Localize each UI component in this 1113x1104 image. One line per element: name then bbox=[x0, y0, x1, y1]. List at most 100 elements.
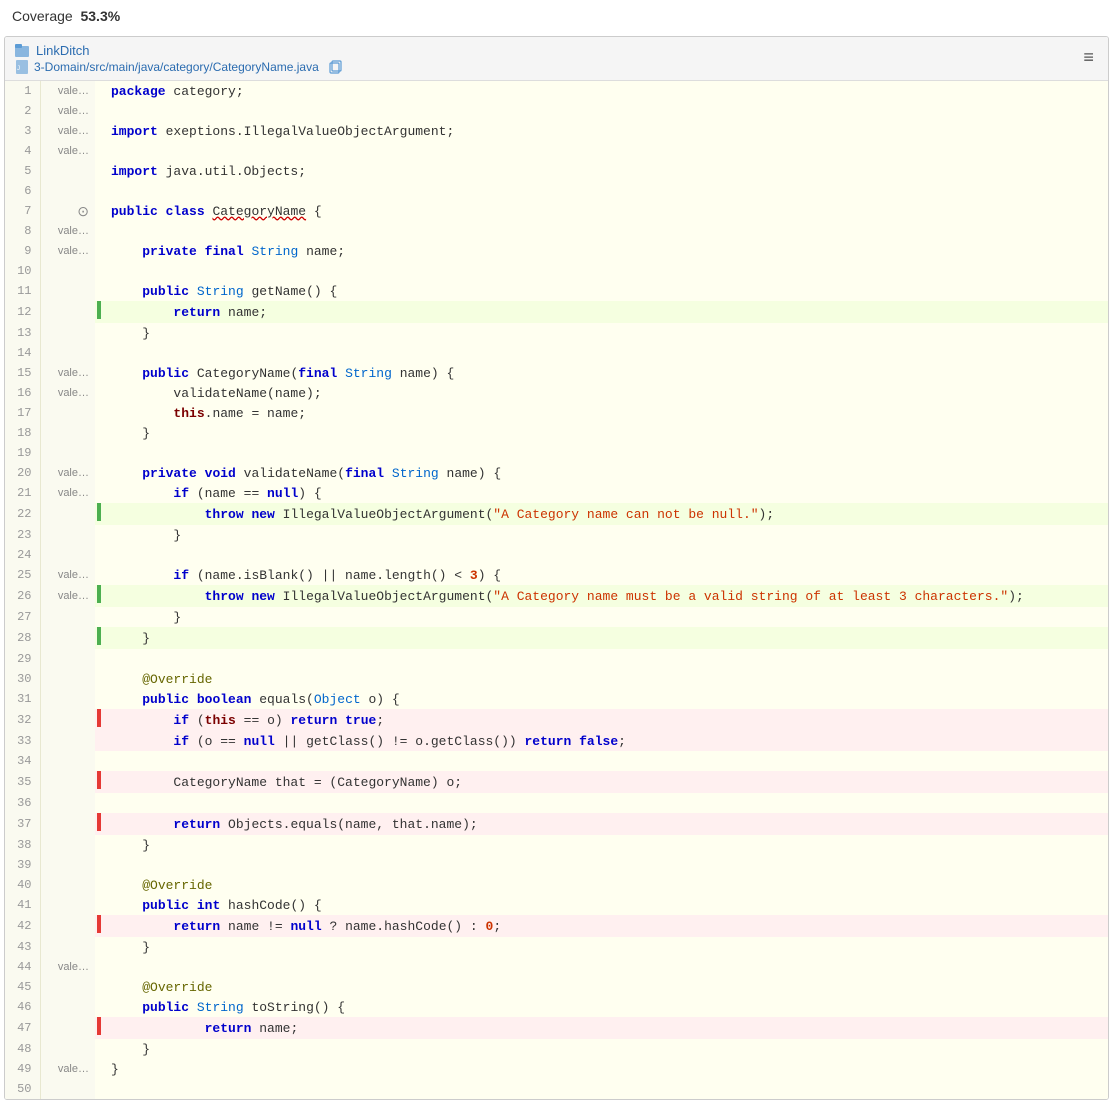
coverage-gutter bbox=[95, 977, 103, 997]
table-row: 32 if (this == o) return true; bbox=[5, 709, 1108, 731]
bug-icon[interactable]: ⊙ bbox=[77, 203, 89, 219]
hit-count bbox=[40, 281, 95, 301]
coverage-gutter bbox=[95, 997, 103, 1017]
coverage-gutter bbox=[95, 343, 103, 363]
table-row: 14 bbox=[5, 343, 1108, 363]
hit-count: vale… bbox=[40, 81, 95, 101]
coverage-gutter bbox=[95, 957, 103, 977]
copy-icon[interactable] bbox=[328, 60, 342, 74]
hit-count bbox=[40, 751, 95, 771]
line-number: 7 bbox=[5, 201, 40, 221]
coverage-gutter bbox=[95, 443, 103, 463]
svg-text:J: J bbox=[17, 66, 20, 72]
coverage-gutter bbox=[95, 281, 103, 301]
file-header-left: LinkDitch J 3-Domain/src/main/java/categ… bbox=[15, 43, 342, 74]
line-number: 6 bbox=[5, 181, 40, 201]
line-number: 48 bbox=[5, 1039, 40, 1059]
missed-bar bbox=[97, 813, 101, 831]
line-number: 2 bbox=[5, 101, 40, 121]
code-line bbox=[103, 343, 1108, 363]
code-line: import exeptions.IllegalValueObjectArgum… bbox=[103, 121, 1108, 141]
table-row: 12 return name; bbox=[5, 301, 1108, 323]
line-number: 14 bbox=[5, 343, 40, 363]
table-row: 42 return name != null ? name.hashCode()… bbox=[5, 915, 1108, 937]
code-line bbox=[103, 141, 1108, 161]
hit-count bbox=[40, 895, 95, 915]
coverage-label: Coverage 53.3% bbox=[0, 0, 132, 32]
table-row: 11 public String getName() { bbox=[5, 281, 1108, 301]
hit-count bbox=[40, 1079, 95, 1099]
table-row: 46 public String toString() { bbox=[5, 997, 1108, 1017]
line-number: 3 bbox=[5, 121, 40, 141]
coverage-gutter bbox=[95, 383, 103, 403]
table-row: 2vale… bbox=[5, 101, 1108, 121]
coverage-gutter bbox=[95, 423, 103, 443]
coverage-gutter bbox=[95, 751, 103, 771]
hit-count bbox=[40, 855, 95, 875]
file-container: LinkDitch J 3-Domain/src/main/java/categ… bbox=[4, 36, 1109, 1100]
coverage-header: Coverage 53.3% bbox=[0, 0, 1113, 32]
hit-count bbox=[40, 627, 95, 649]
table-row: 33 if (o == null || getClass() != o.getC… bbox=[5, 731, 1108, 751]
line-number: 34 bbox=[5, 751, 40, 771]
table-row: 47 return name; bbox=[5, 1017, 1108, 1039]
coverage-gutter bbox=[95, 565, 103, 585]
table-row: 28 } bbox=[5, 627, 1108, 649]
hit-count bbox=[40, 649, 95, 669]
coverage-gutter bbox=[95, 545, 103, 565]
code-line: public class CategoryName { bbox=[103, 201, 1108, 221]
code-line bbox=[103, 649, 1108, 669]
code-line: return name; bbox=[103, 301, 1108, 323]
coverage-gutter bbox=[95, 323, 103, 343]
table-row: 8vale… bbox=[5, 221, 1108, 241]
hamburger-icon: ≡ bbox=[1083, 49, 1094, 69]
code-line: private void validateName(final String n… bbox=[103, 463, 1108, 483]
coverage-gutter bbox=[95, 607, 103, 627]
hit-count bbox=[40, 323, 95, 343]
line-number: 26 bbox=[5, 585, 40, 607]
hit-count bbox=[40, 977, 95, 997]
line-number: 8 bbox=[5, 221, 40, 241]
table-row: 38 } bbox=[5, 835, 1108, 855]
line-number: 40 bbox=[5, 875, 40, 895]
line-number: 27 bbox=[5, 607, 40, 627]
line-number: 4 bbox=[5, 141, 40, 161]
line-number: 10 bbox=[5, 261, 40, 281]
hit-count: vale… bbox=[40, 483, 95, 503]
missed-bar bbox=[97, 1017, 101, 1035]
hit-count bbox=[40, 709, 95, 731]
code-line: } bbox=[103, 323, 1108, 343]
coverage-gutter bbox=[95, 241, 103, 261]
table-row: 3vale…import exeptions.IllegalValueObjec… bbox=[5, 121, 1108, 141]
covered-bar bbox=[97, 627, 101, 645]
table-row: 9vale… private final String name; bbox=[5, 241, 1108, 261]
coverage-gutter bbox=[95, 793, 103, 813]
coverage-gutter bbox=[95, 771, 103, 793]
table-row: 26vale… throw new IllegalValueObjectArgu… bbox=[5, 585, 1108, 607]
hit-count bbox=[40, 343, 95, 363]
code-line: } bbox=[103, 525, 1108, 545]
line-number: 28 bbox=[5, 627, 40, 649]
hit-count bbox=[40, 1017, 95, 1039]
code-line: private final String name; bbox=[103, 241, 1108, 261]
table-row: 22 throw new IllegalValueObjectArgument(… bbox=[5, 503, 1108, 525]
coverage-gutter bbox=[95, 201, 103, 221]
line-number: 39 bbox=[5, 855, 40, 875]
hit-count: vale… bbox=[40, 221, 95, 241]
missed-bar bbox=[97, 771, 101, 789]
hit-count bbox=[40, 915, 95, 937]
line-number: 19 bbox=[5, 443, 40, 463]
hit-count bbox=[40, 875, 95, 895]
code-line: this.name = name; bbox=[103, 403, 1108, 423]
hit-count bbox=[40, 731, 95, 751]
hit-count: vale… bbox=[40, 141, 95, 161]
code-line: return Objects.equals(name, that.name); bbox=[103, 813, 1108, 835]
line-number: 17 bbox=[5, 403, 40, 423]
coverage-gutter bbox=[95, 503, 103, 525]
table-row: 10 bbox=[5, 261, 1108, 281]
hit-count bbox=[40, 301, 95, 323]
hamburger-menu[interactable]: ≡ bbox=[1079, 45, 1098, 73]
table-row: 23 } bbox=[5, 525, 1108, 545]
code-line: } bbox=[103, 835, 1108, 855]
code-line: if (name == null) { bbox=[103, 483, 1108, 503]
